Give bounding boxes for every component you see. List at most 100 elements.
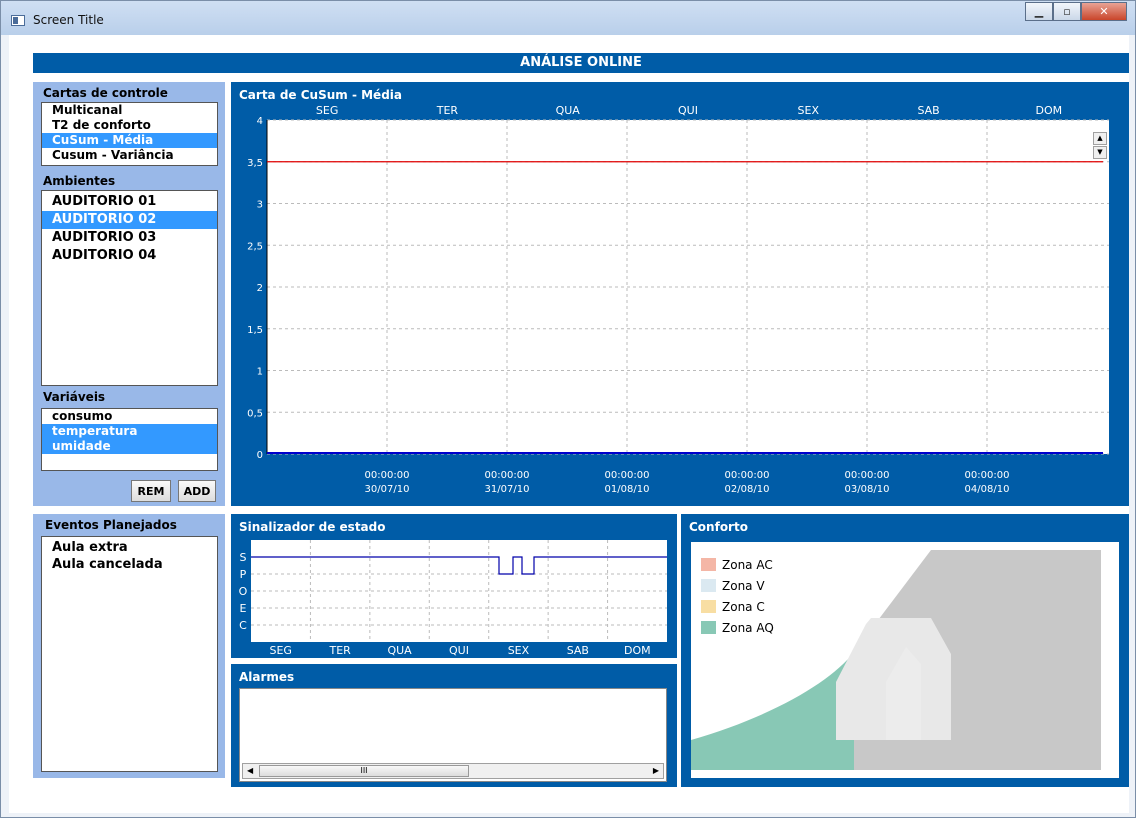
level-label: E — [240, 602, 247, 615]
env-item[interactable]: AUDITORIO 04 — [42, 247, 217, 265]
status-day-label: DOM — [624, 644, 651, 657]
x-time-label: 00:00:00 — [845, 470, 890, 481]
legend-label-v: Zona V — [722, 578, 765, 593]
rem-button[interactable]: REM — [131, 480, 171, 502]
y-tick-label: 1,5 — [247, 325, 263, 336]
events-title: Eventos Planejados — [45, 518, 177, 532]
vars-title: Variáveis — [43, 390, 106, 404]
x-date-label: 31/07/10 — [485, 484, 530, 495]
arrow-up-icon: ▲ — [1097, 134, 1103, 142]
legend-label-c: Zona C — [722, 599, 765, 614]
scroll-thumb[interactable]: III — [259, 765, 469, 777]
x-time-label: 00:00:00 — [365, 470, 410, 481]
event-item[interactable]: Aula extra — [42, 539, 217, 556]
arrow-down-icon: ▼ — [1097, 148, 1103, 156]
event-item[interactable]: Aula cancelada — [42, 556, 217, 573]
zone-aq — [691, 652, 854, 770]
page-title: ANÁLISE ONLINE — [33, 53, 1129, 73]
app-icon — [11, 15, 25, 26]
alarms-panel: Alarmes ◀ III ▶ — [231, 664, 677, 787]
add-button[interactable]: ADD — [178, 480, 216, 502]
status-day-label: SEX — [508, 644, 530, 657]
x-time-label: 00:00:00 — [725, 470, 770, 481]
close-icon: ✕ — [1099, 5, 1109, 18]
envs-title: Ambientes — [43, 174, 116, 188]
chart-item-multicanal[interactable]: Multicanal — [42, 103, 217, 118]
legend-swatch-v — [701, 579, 716, 592]
legend-swatch-aq — [701, 621, 716, 634]
arrow-right-icon[interactable]: ▶ — [653, 766, 659, 775]
y-tick-label: 2,5 — [247, 241, 263, 252]
x-date-label: 01/08/10 — [605, 484, 650, 495]
chart-item-t2[interactable]: T2 de conforto — [42, 118, 217, 133]
level-label: S — [240, 551, 247, 564]
status-day-label: QUI — [449, 644, 469, 657]
events-panel: Eventos Planejados Aula extra Aula cance… — [33, 514, 225, 778]
day-label: SEG — [316, 104, 338, 117]
y-tick-label: 4 — [257, 116, 263, 127]
x-date-label: 02/08/10 — [725, 484, 770, 495]
legend-label-aq: Zona AQ — [722, 620, 774, 635]
var-item[interactable]: umidade — [42, 439, 217, 454]
vars-list[interactable]: consumo temperatura umidade — [41, 408, 218, 471]
status-day-label: SAB — [567, 644, 589, 657]
alarms-title: Alarmes — [239, 670, 295, 684]
horizontal-scrollbar[interactable]: ◀ III ▶ — [242, 763, 664, 779]
x-date-label: 04/08/10 — [965, 484, 1010, 495]
status-day-label: TER — [328, 644, 351, 657]
y-tick-label: 3 — [257, 200, 263, 211]
arrow-left-icon[interactable]: ◀ — [247, 766, 253, 775]
x-time-label: 00:00:00 — [965, 470, 1010, 481]
x-date-label: 30/07/10 — [365, 484, 410, 495]
scroll-down-button[interactable]: ▼ — [1093, 146, 1107, 159]
var-item[interactable]: temperatura — [42, 424, 217, 439]
level-label: O — [239, 585, 248, 598]
close-button[interactable]: ✕ — [1081, 2, 1127, 21]
comfort-legend: Zona AC Zona V Zona C Zona AQ — [701, 554, 774, 638]
day-label: DOM — [1036, 104, 1063, 117]
charts-list[interactable]: Multicanal T2 de conforto CuSum - Média … — [41, 102, 218, 166]
cusum-chart: SEG TER QUA QUI SEX SAB DOM 0 0,5 1 1,5 2 2,5 3 3,5 4 00… — [247, 104, 1109, 495]
day-label: TER — [436, 104, 459, 117]
legend-swatch-ac — [701, 558, 716, 571]
client-area: ANÁLISE ONLINE Cartas de controle Multic… — [9, 35, 1129, 813]
chart-item-cusum-variancia[interactable]: Cusum - Variância — [42, 148, 217, 163]
y-tick-label: 0 — [257, 450, 263, 461]
env-item[interactable]: AUDITORIO 02 — [42, 211, 217, 229]
status-day-label: QUA — [387, 644, 412, 657]
status-chart: SPOEC SEG TER QUA QUI SEX SAB DOM — [239, 540, 667, 657]
comfort-title: Conforto — [689, 520, 748, 534]
title-bar: Screen Title ▁ ▫ ✕ — [1, 1, 1135, 35]
day-label: QUI — [678, 104, 698, 117]
chart-item-cusum-media[interactable]: CuSum - Média — [42, 133, 217, 148]
alarms-list[interactable]: ◀ III ▶ — [239, 688, 667, 782]
env-item[interactable]: AUDITORIO 03 — [42, 229, 217, 247]
y-tick-label: 0,5 — [247, 408, 263, 419]
y-tick-label: 2 — [257, 283, 263, 294]
x-time-label: 00:00:00 — [485, 470, 530, 481]
legend-label-ac: Zona AC — [722, 557, 773, 572]
var-item[interactable]: consumo — [42, 409, 217, 424]
envs-list[interactable]: AUDITORIO 01 AUDITORIO 02 AUDITORIO 03 A… — [41, 190, 218, 386]
window-title: Screen Title — [33, 13, 104, 27]
day-label: SEX — [798, 104, 820, 117]
maximize-icon: ▫ — [1063, 5, 1071, 18]
x-date-label: 03/08/10 — [845, 484, 890, 495]
env-item[interactable]: AUDITORIO 01 — [42, 193, 217, 211]
window-controls: ▁ ▫ ✕ — [1025, 2, 1127, 22]
scroll-up-button[interactable]: ▲ — [1093, 132, 1107, 145]
charts-title: Cartas de controle — [43, 86, 168, 100]
cusum-panel: Carta de CuSum - Média SEG TER QUA QUI SEX SA… — [231, 82, 1129, 506]
minimize-icon: ▁ — [1034, 5, 1044, 18]
left-selection-panel: Cartas de controle Multicanal T2 de conf… — [33, 82, 225, 506]
comfort-plot: Zona AC Zona V Zona C Zona AQ — [691, 542, 1119, 778]
maximize-button[interactable]: ▫ — [1053, 2, 1081, 21]
status-panel: Sinalizador de estado S P O E C SEG TER QUA QUI S… — [231, 514, 677, 658]
level-label: C — [239, 619, 247, 632]
status-day-label: SEG — [269, 644, 291, 657]
minimize-button[interactable]: ▁ — [1025, 2, 1053, 21]
level-label: P — [240, 568, 247, 581]
y-tick-label: 3,5 — [247, 158, 263, 169]
events-list[interactable]: Aula extra Aula cancelada — [41, 536, 218, 772]
comfort-panel: Conforto Zona AC Zona V Zona C Zona AQ — [681, 514, 1129, 787]
